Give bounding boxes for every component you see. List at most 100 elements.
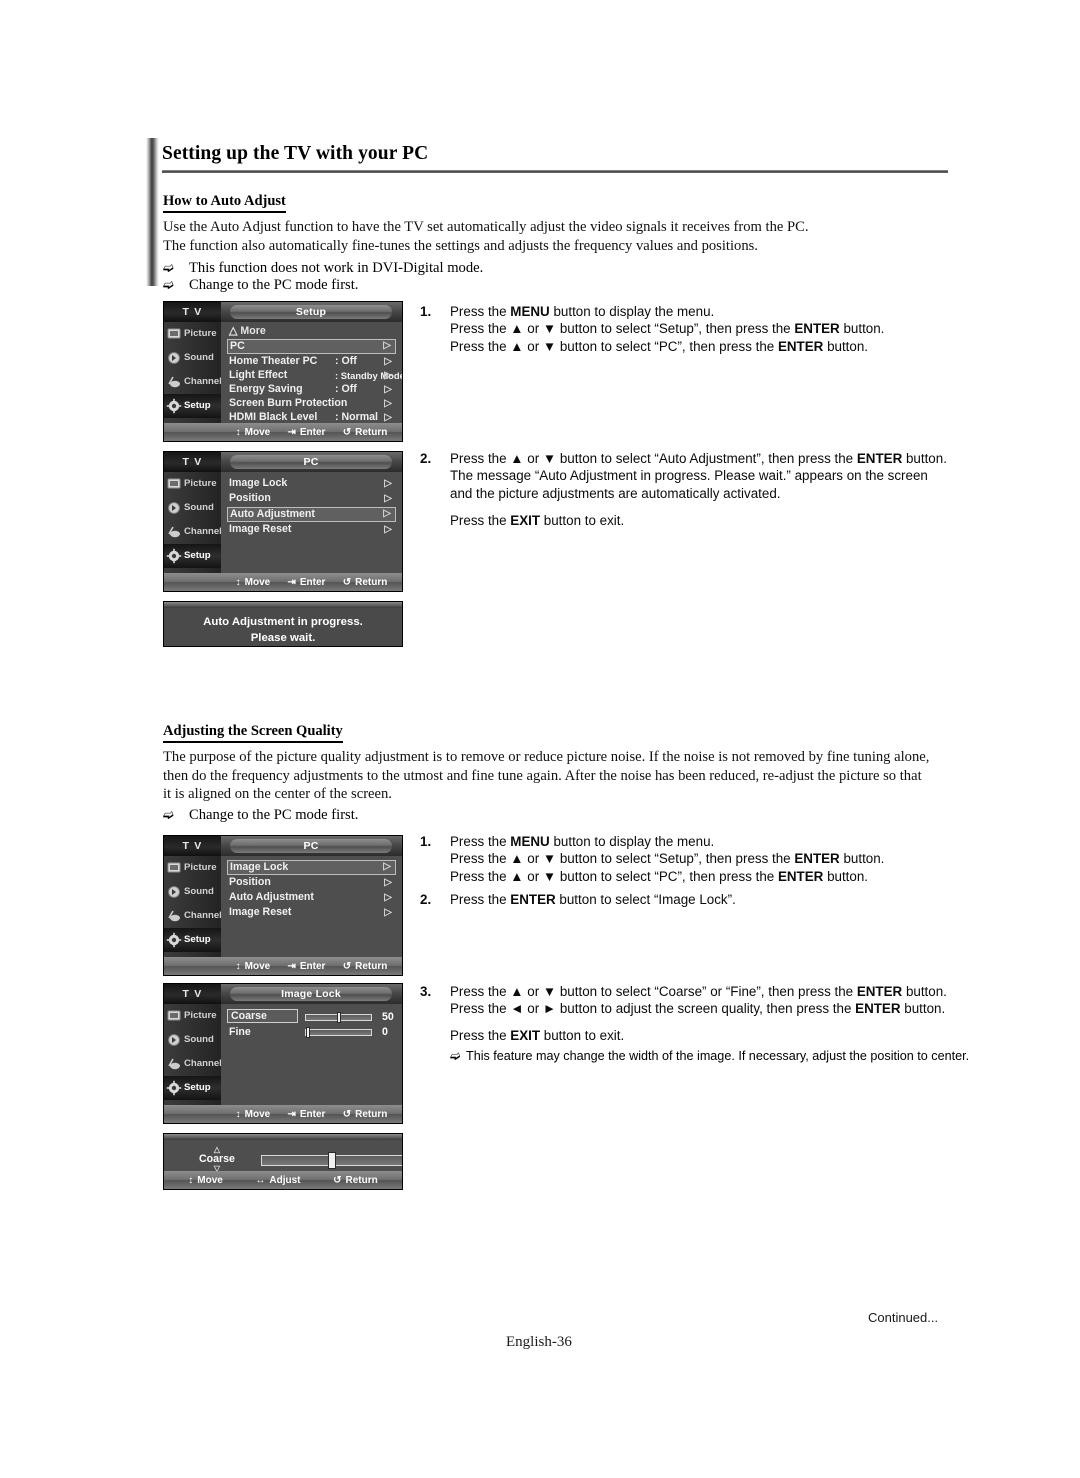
sidebar-item-setup[interactable]: Setup <box>164 394 221 418</box>
chevron-right-icon: ▷ <box>384 891 392 903</box>
sidebar-item-channel[interactable]: Channel <box>164 1052 222 1076</box>
menu-row-energy-saving-label: Energy Saving <box>229 383 303 396</box>
picture-icon <box>166 326 182 342</box>
menu-row-screen-burn-protection[interactable]: Screen Burn Protection ▷ <box>227 397 396 410</box>
coarse-adjust-knob[interactable] <box>328 1152 336 1169</box>
slider-coarse-value: 50 <box>382 1011 394 1023</box>
sidebar-item-sound[interactable]: Sound <box>164 1028 221 1052</box>
slider-fine-knob[interactable] <box>306 1027 310 1038</box>
osd-image-lock-menu[interactable]: T V Image Lock Picture Sound Channel Set… <box>163 983 403 1124</box>
menu-row-image-reset-label: Image Reset <box>229 905 292 918</box>
menu-row-image-lock[interactable]: Image Lock ▷ <box>227 860 396 875</box>
menu-row-image-lock[interactable]: Image Lock ▷ <box>227 477 396 490</box>
menu-row-energy-saving[interactable]: Energy Saving : Off ▷ <box>227 383 396 396</box>
section1-step-2: 2. Press the ▲ or ▼ button to select “Au… <box>420 450 970 530</box>
osd-auto-adjustment-message: Auto Adjustment in progress. Please wait… <box>163 601 403 647</box>
section2-step-3-note-text: This feature may change the width of the… <box>466 1049 970 1063</box>
slider-row-coarse[interactable]: Coarse 50 <box>227 1009 396 1024</box>
menu-row-more-up[interactable]: △ More <box>227 325 396 338</box>
chevron-right-icon: ▷ <box>383 861 391 872</box>
osd-hint-bar: ↕ Move ⇥ Enter ↺ Return <box>164 423 402 441</box>
section2-step-2-line-1: Press the ENTER button to select “Image … <box>450 892 736 907</box>
osd-pc-menu-auto-adjustment[interactable]: T V PC Picture Sound Channel Setup Image… <box>163 451 403 592</box>
hint-adjust: ↔ Adjust <box>255 1175 300 1186</box>
menu-row-home-theater-pc[interactable]: Home Theater PC : Off ▷ <box>227 355 396 368</box>
sidebar-item-channel[interactable]: Channel <box>164 370 222 394</box>
sidebar-item-picture[interactable]: Picture <box>164 1004 221 1028</box>
sidebar-item-sound[interactable]: Sound <box>164 880 221 904</box>
sidebar-item-setup[interactable]: Setup <box>164 544 221 568</box>
osd-setup-menu[interactable]: T V Setup Picture Sound Channel Setup △ … <box>163 301 403 442</box>
header-rule <box>162 170 948 173</box>
section2-step-3-line-1: Press the ▲ or ▼ button to select “Coars… <box>450 984 947 999</box>
sound-icon <box>166 1032 182 1048</box>
hint-return: ↺ Return <box>343 427 388 438</box>
channel-icon <box>166 374 182 390</box>
sidebar-item-channel-label: Channel <box>184 376 222 387</box>
sidebar-item-channel[interactable]: Channel <box>164 520 222 544</box>
hint-move: ↕ Move <box>236 577 271 588</box>
sidebar-item-sound[interactable]: Sound <box>164 346 221 370</box>
chevron-right-icon: ▷ <box>384 876 392 888</box>
osd-coarse-adjust-bar[interactable]: △ Coarse ▽ 50 ↕Move ↔Adjust ↺Return <box>163 1133 403 1190</box>
sidebar-item-picture-label: Picture <box>184 328 217 339</box>
hint-move-label: Move <box>244 1108 271 1120</box>
menu-row-home-theater-pc-label: Home Theater PC <box>229 354 318 367</box>
hint-return-label: Return <box>355 576 388 588</box>
section2-step-1-line-3: Press the ▲ or ▼ button to select “PC”, … <box>450 868 869 884</box>
menu-row-position[interactable]: Position ▷ <box>227 876 396 889</box>
chevron-right-icon: ▷ <box>384 369 392 381</box>
manual-page: Setting up the TV with your PC How to Au… <box>0 0 1080 1478</box>
chevron-right-icon: ▷ <box>383 340 391 352</box>
sidebar-item-channel-label: Channel <box>184 526 222 537</box>
sidebar-item-sound[interactable]: Sound <box>164 496 221 520</box>
sidebar-item-setup[interactable]: Setup <box>164 928 221 952</box>
sound-icon <box>166 350 182 366</box>
hint-enter: ⇥ Enter <box>287 1109 325 1120</box>
chevron-right-icon: ▷ <box>384 398 392 410</box>
return-arrow-icon: ↺ <box>342 426 352 438</box>
section1-step-1-line-3: Press the ▲ or ▼ button to select “PC”, … <box>450 338 869 354</box>
menu-row-auto-adjustment[interactable]: Auto Adjustment ▷ <box>227 891 396 904</box>
slider-fine-label: Fine <box>229 1026 251 1038</box>
section1-step-2-line-3: and the picture adjustments are automati… <box>450 485 781 501</box>
sidebar-item-channel[interactable]: Channel <box>164 904 222 928</box>
page-title: Setting up the TV with your PC <box>162 143 429 164</box>
menu-row-image-lock-label: Image Lock <box>230 861 289 873</box>
section1-step-1-line-2: Press the ▲ or ▼ button to select “Setup… <box>450 321 885 337</box>
section2-bullet-1-text: Change to the PC mode first. <box>189 807 359 823</box>
menu-row-light-effect[interactable]: Light Effect : Standby Mode On ▷ <box>227 369 402 382</box>
osd-pc-menu-image-lock[interactable]: T V PC Picture Sound Channel Setup Image… <box>163 835 403 976</box>
menu-row-image-reset[interactable]: Image Reset ▷ <box>227 523 396 536</box>
sidebar-item-picture[interactable]: Picture <box>164 856 221 880</box>
menu-row-auto-adjustment[interactable]: Auto Adjustment ▷ <box>227 507 396 522</box>
sidebar-item-setup[interactable]: Setup <box>164 1076 221 1100</box>
hint-enter-label: Enter <box>299 576 326 588</box>
chevron-right-icon: ▷ <box>383 508 391 520</box>
hint-return-label: Return <box>355 1108 388 1120</box>
menu-row-pc[interactable]: PC ▷ <box>227 339 396 354</box>
footer-page-number: English-36 <box>506 1334 572 1350</box>
hint-return: ↺ Return <box>343 577 388 588</box>
osd-tv-label: T V <box>164 302 221 322</box>
menu-row-position[interactable]: Position ▷ <box>227 492 396 505</box>
sidebar-item-channel-label: Channel <box>184 910 222 921</box>
menu-row-image-lock-label: Image Lock <box>229 477 288 489</box>
menu-row-image-reset[interactable]: Image Reset ▷ <box>227 906 396 919</box>
section2-paragraph: The purpose of the picture quality adjus… <box>163 748 963 804</box>
hint-move-label: Move <box>244 960 271 972</box>
hint-move-label: Move <box>197 1174 223 1186</box>
slider-coarse-knob[interactable] <box>337 1012 341 1023</box>
slider-fine-track[interactable] <box>305 1029 372 1036</box>
sidebar-item-picture[interactable]: Picture <box>164 322 221 346</box>
sidebar-item-sound-label: Sound <box>184 1034 214 1045</box>
section2-step-3-number: 3. <box>420 984 432 999</box>
osd-hint-bar: ↕ Move ⇥ Enter ↺ Return <box>164 957 402 975</box>
section2-step-3-exit-line: Press the EXIT button to exit. <box>450 1027 625 1043</box>
sidebar-item-picture[interactable]: Picture <box>164 472 221 496</box>
section1-step-2-number: 2. <box>420 451 432 466</box>
menu-row-screen-burn-protection-label: Screen Burn Protection <box>229 397 348 410</box>
slider-row-fine[interactable]: Fine 0 <box>227 1025 396 1039</box>
hint-return-label: Return <box>355 426 388 438</box>
sidebar-item-sound-label: Sound <box>184 502 214 513</box>
